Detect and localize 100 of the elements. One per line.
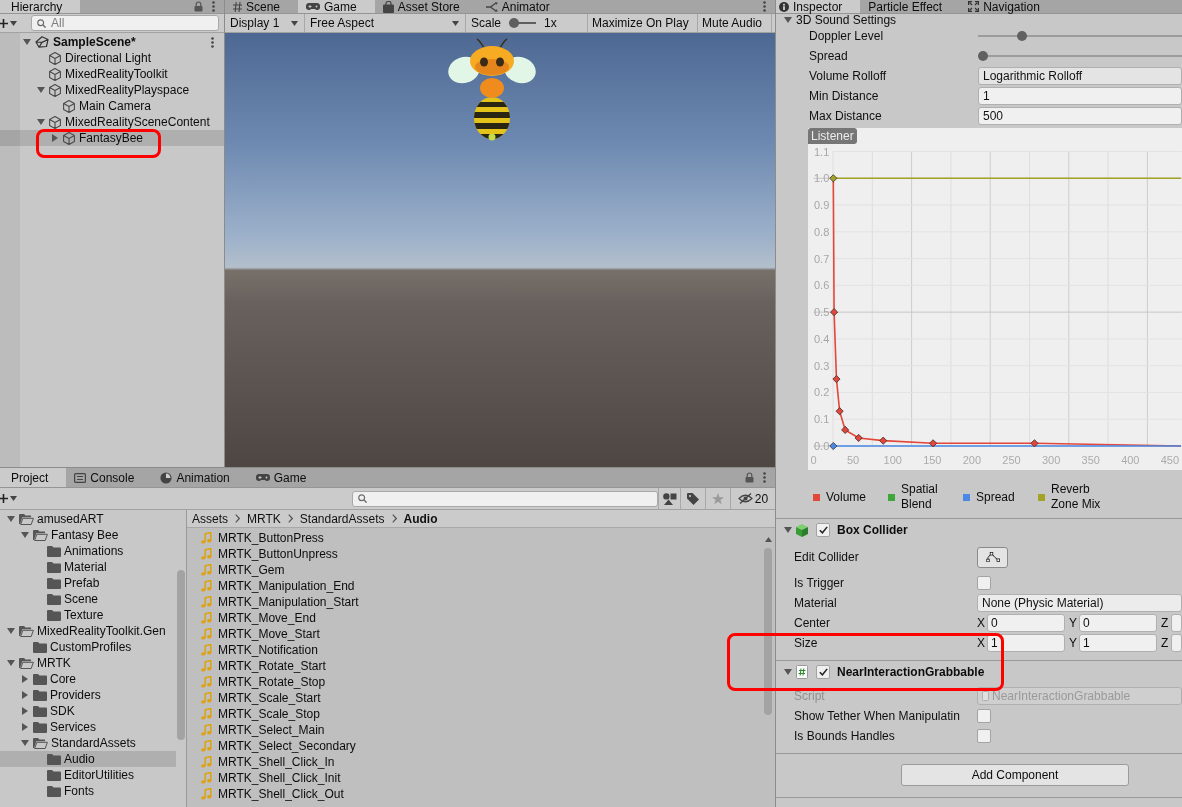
folder-item[interactable]: Material [0,559,176,575]
number-field[interactable]: 1 [1079,634,1157,652]
panel-tab[interactable]: Scene [225,0,299,13]
hierarchy-item[interactable]: Directional Light [0,50,224,66]
caret-down-icon[interactable] [784,669,792,675]
caret-down-icon[interactable] [20,740,29,746]
folder-item[interactable]: Core [0,671,176,687]
folder-item[interactable]: Scene [0,591,176,607]
caret-right-icon[interactable] [21,691,28,699]
audio-asset-item[interactable]: MRTK_ButtonPress [201,530,761,546]
breadcrumb-item[interactable]: StandardAssets [299,511,385,526]
caret-right-icon[interactable] [21,707,28,715]
enable-checkbox[interactable] [816,665,830,679]
create-button[interactable] [0,494,17,503]
hierarchy-item[interactable]: Main Camera [0,98,224,114]
number-field[interactable] [1171,634,1182,652]
caret-down-icon[interactable] [36,119,45,125]
curve-key-point[interactable] [835,407,844,416]
object-field[interactable]: None (Physic Material) [977,594,1182,612]
folder-item[interactable]: Fantasy Bee [0,527,176,543]
caret-down-icon[interactable] [784,17,792,23]
slider-thumb[interactable] [978,51,988,61]
audio-asset-item[interactable]: MRTK_Rotate_Start [201,658,761,674]
number-field[interactable] [1171,614,1182,632]
lock-icon[interactable] [745,472,754,483]
edit-collider-button[interactable] [977,546,1008,568]
number-field[interactable]: 0 [987,614,1065,632]
curve-key-point[interactable] [879,436,888,445]
enable-checkbox[interactable] [816,523,830,537]
breadcrumb-item[interactable]: Assets [192,511,228,526]
slider-thumb[interactable] [509,18,520,28]
caret-down-icon[interactable] [36,87,45,93]
panel-tab[interactable]: Project [0,468,67,487]
add-component-button[interactable]: Add Component [901,764,1129,786]
dropdown-field[interactable]: Logarithmic Rolloff [978,67,1182,85]
breadcrumb-item[interactable]: Audio [403,511,438,526]
number-field[interactable]: 1 [978,87,1182,105]
folder-item[interactable]: Services [0,719,176,735]
folder-item[interactable]: Audio [0,751,176,767]
audio-asset-item[interactable]: MRTK_Scale_Start [201,690,761,706]
panel-tab[interactable]: Hierarchy [0,0,81,13]
hierarchy-item[interactable]: SampleScene* [0,34,224,50]
more-menu-icon[interactable] [763,1,766,12]
scroll-up-arrow-icon[interactable] [764,537,772,542]
folder-item[interactable]: Providers [0,687,176,703]
caret-down-icon[interactable] [20,532,29,538]
hierarchy-item[interactable]: MixedRealityPlayspace [0,82,224,98]
audio-asset-item[interactable]: MRTK_Manipulation_End [201,578,761,594]
folder-item[interactable]: Animations [0,543,176,559]
caret-down-icon[interactable] [784,527,792,533]
panel-tab[interactable]: Asset Store [374,0,478,13]
audio-asset-item[interactable]: MRTK_Shell_Click_Init [201,770,761,786]
curve-key-point[interactable] [832,375,841,384]
checkbox[interactable] [977,576,991,590]
caret-down-icon[interactable] [22,39,31,45]
folder-item[interactable]: CustomProfiles [0,639,176,655]
audio-asset-item[interactable]: MRTK_ButtonUnpress [201,546,761,562]
audio-asset-item[interactable]: MRTK_Move_Start [201,626,761,642]
hierarchy-item[interactable]: MixedRealitySceneContent [0,114,224,130]
more-menu-icon[interactable] [212,1,215,12]
panel-tab[interactable]: Game [298,0,375,13]
create-button[interactable] [0,18,17,28]
audio-asset-item[interactable]: MRTK_Scale_Stop [201,706,761,722]
caret-down-icon[interactable] [6,660,15,666]
number-field[interactable]: 1 [987,634,1065,652]
audio-asset-item[interactable]: MRTK_Rotate_Stop [201,674,761,690]
folder-item[interactable]: MixedRealityToolkit.Gen [0,623,176,639]
caret-right-icon[interactable] [21,675,28,683]
panel-tab[interactable]: Animator [477,0,568,13]
search-field[interactable]: All [31,15,219,31]
checkbox[interactable] [977,709,991,723]
panel-tab[interactable]: Console [66,468,153,487]
scrollbar-thumb[interactable] [177,570,185,740]
audio-asset-item[interactable]: MRTK_Shell_Click_In [201,754,761,770]
panel-tab[interactable]: Navigation [960,0,1058,13]
audio-asset-item[interactable]: MRTK_Select_Secondary [201,738,761,754]
caret-down-icon[interactable] [6,516,15,522]
lock-icon[interactable] [194,1,203,12]
curve-key-point[interactable] [929,439,938,448]
folder-item[interactable]: Texture [0,607,176,623]
panel-tab[interactable]: Inspector [776,0,861,13]
caret-down-icon[interactable] [6,628,15,634]
more-menu-icon[interactable] [763,472,766,483]
curve-key-point[interactable] [841,425,850,434]
number-field[interactable]: 0 [1079,614,1157,632]
curve-key-point[interactable] [829,442,838,450]
aspect-dropdown[interactable]: Free Aspect [305,14,466,32]
audio-asset-item[interactable]: MRTK_Move_End [201,610,761,626]
scrollbar-thumb[interactable] [764,548,772,715]
panel-tab[interactable]: Animation [152,468,248,487]
curve-key-point[interactable] [830,308,839,317]
caret-right-icon[interactable] [51,134,58,142]
curve-key-point[interactable] [1030,439,1039,448]
search-field[interactable] [352,490,658,507]
audio-asset-item[interactable]: MRTK_Manipulation_Start [201,594,761,610]
more-menu-icon[interactable] [211,36,214,48]
breadcrumb-item[interactable]: MRTK [247,511,281,526]
folder-item[interactable]: Fonts [0,783,176,799]
display-dropdown[interactable]: Display 1 [225,14,305,32]
audio-asset-item[interactable]: MRTK_Select_Main [201,722,761,738]
